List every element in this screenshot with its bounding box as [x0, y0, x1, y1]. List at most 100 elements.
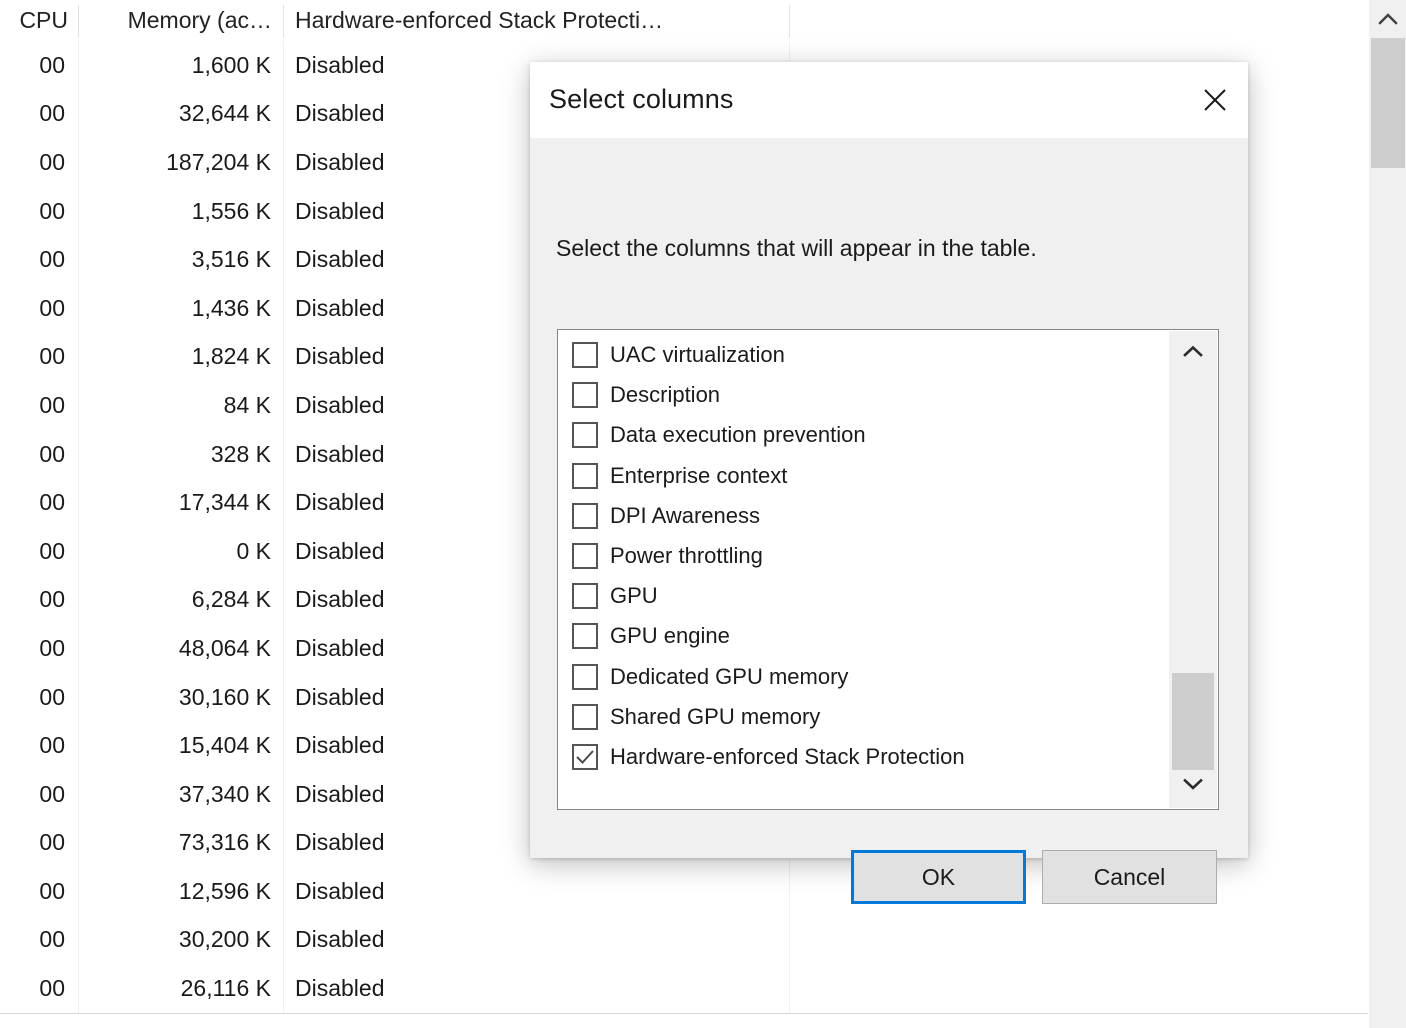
list-item-label: DPI Awareness [610, 502, 761, 528]
cell-memory: 15,404 K [178, 732, 271, 759]
cell-cpu: 00 [39, 100, 65, 127]
cell-memory: 30,200 K [178, 926, 271, 953]
scroll-thumb[interactable] [1371, 38, 1405, 168]
listbox-scroll-down-button[interactable] [1169, 764, 1217, 808]
listbox-scroll-up-button[interactable] [1169, 331, 1217, 375]
checkbox-checked[interactable] [572, 743, 598, 770]
column-header-memory[interactable]: Memory (ac… [79, 0, 283, 41]
cell-cpu: 00 [39, 343, 65, 370]
dialog-body: Select the columns that will appear in t… [530, 138, 1248, 904]
list-item-label: Dedicated GPU memory [610, 663, 849, 689]
checkbox-unchecked[interactable] [572, 342, 598, 369]
list-item-label: Shared GPU memory [610, 703, 821, 729]
list-item[interactable]: DPI Awareness [558, 496, 1169, 536]
list-item[interactable]: Enterprise context [558, 456, 1169, 496]
screen: CPU Memory (ac… Hardware-enforced Stack … [0, 0, 1406, 1028]
cell-cpu: 00 [39, 780, 65, 807]
cell-cpu: 00 [39, 926, 65, 953]
list-item-label: UAC virtualization [610, 342, 785, 368]
cell-memory: 328 K [210, 440, 271, 467]
list-item[interactable]: Dedicated GPU memory [558, 657, 1169, 697]
list-item[interactable]: Shared GPU memory [558, 697, 1169, 737]
main-vertical-scrollbar[interactable] [1368, 0, 1406, 1028]
cell-memory: 48,064 K [178, 634, 271, 661]
checkbox-unchecked[interactable] [572, 543, 598, 570]
columns-list: UAC virtualization Description Data execut… [558, 335, 1169, 777]
column-header-hardware-enforced-stack-protection[interactable]: Hardware-enforced Stack Protecti… [284, 0, 789, 41]
chevron-down-icon [1182, 777, 1204, 796]
cell-memory: 1,600 K [191, 51, 271, 78]
list-item-label: Enterprise context [610, 462, 788, 488]
list-item[interactable]: Description [558, 375, 1169, 415]
listbox-scrollbar[interactable] [1169, 331, 1217, 808]
list-item[interactable]: UAC virtualization [558, 335, 1169, 375]
list-item[interactable]: Hardware-enforced Stack Protection [558, 737, 1169, 777]
checkbox-unchecked[interactable] [572, 703, 598, 730]
list-item-label: GPU [610, 583, 658, 609]
list-item-label: Power throttling [610, 543, 763, 569]
ok-button[interactable]: OK [851, 850, 1026, 904]
cell-memory: 0 K [236, 537, 271, 564]
list-item[interactable]: GPU engine [558, 616, 1169, 656]
columns-listbox[interactable]: UAC virtualization Description Data execut… [557, 329, 1219, 810]
dialog-instruction: Select the columns that will appear in t… [556, 235, 1037, 261]
close-button[interactable] [1182, 62, 1248, 138]
cell-cpu: 00 [39, 732, 65, 759]
cell-cpu: 00 [39, 877, 65, 904]
list-item[interactable]: Data execution prevention [558, 415, 1169, 455]
table-header-row: CPU Memory (ac… Hardware-enforced Stack … [0, 0, 1368, 41]
cancel-button[interactable]: Cancel [1042, 850, 1217, 904]
scroll-up-button[interactable] [1369, 0, 1406, 36]
cell-cpu: 00 [39, 489, 65, 516]
column-divider[interactable] [78, 5, 79, 38]
cell-memory: 1,824 K [191, 343, 271, 370]
cell-cpu: 00 [39, 51, 65, 78]
list-item[interactable]: GPU [558, 576, 1169, 616]
cell-hardware-enforced-stack-protection: Disabled [295, 975, 385, 1002]
scroll-track[interactable] [1369, 36, 1406, 1028]
cell-cpu: 00 [39, 683, 65, 710]
cell-memory: 1,556 K [191, 197, 271, 224]
cell-memory: 187,204 K [166, 148, 271, 175]
column-header-cpu[interactable]: CPU [0, 0, 78, 41]
listbox-scroll-thumb[interactable] [1172, 673, 1214, 770]
checkbox-unchecked[interactable] [572, 502, 598, 529]
table-bottom-border [0, 1013, 1368, 1014]
cell-cpu: 00 [39, 391, 65, 418]
cell-hardware-enforced-stack-protection: Disabled [295, 926, 385, 953]
cell-memory: 1,436 K [191, 294, 271, 321]
cell-cpu: 00 [39, 440, 65, 467]
cell-cpu: 00 [39, 294, 65, 321]
chevron-up-icon [1182, 344, 1204, 363]
dialog-title: Select columns [549, 84, 734, 114]
column-divider[interactable] [283, 5, 284, 38]
checkbox-unchecked[interactable] [572, 623, 598, 650]
table-row[interactable]: 00 30,200 K Disabled [0, 916, 1368, 965]
cell-memory: 73,316 K [178, 829, 271, 856]
table-row[interactable]: 00 26,116 K Disabled [0, 964, 1368, 1013]
dialog-button-bar: OK Cancel [530, 850, 1248, 912]
cell-cpu: 00 [39, 537, 65, 564]
list-item-label: Description [610, 382, 721, 408]
cell-cpu: 00 [39, 246, 65, 273]
select-columns-dialog: Select columns Select the columns that w… [530, 62, 1248, 904]
list-item-label: GPU engine [610, 623, 730, 649]
list-item-label: Hardware-enforced Stack Protection [610, 743, 965, 769]
cell-memory: 37,340 K [178, 780, 271, 807]
column-divider[interactable] [789, 5, 790, 38]
cell-memory: 12,596 K [178, 877, 271, 904]
cell-memory: 3,516 K [191, 246, 271, 273]
cell-cpu: 00 [39, 586, 65, 613]
checkbox-unchecked[interactable] [572, 583, 598, 610]
cell-cpu: 00 [39, 634, 65, 661]
list-item[interactable]: Power throttling [558, 536, 1169, 576]
cell-memory: 32,644 K [178, 100, 271, 127]
checkbox-unchecked[interactable] [572, 422, 598, 449]
checkbox-unchecked[interactable] [572, 462, 598, 489]
list-item-label: Data execution prevention [610, 422, 866, 448]
checkbox-unchecked[interactable] [572, 663, 598, 690]
chevron-up-icon [1378, 12, 1398, 25]
cell-memory: 84 K [223, 391, 271, 418]
cell-cpu: 00 [39, 197, 65, 224]
checkbox-unchecked[interactable] [572, 382, 598, 409]
